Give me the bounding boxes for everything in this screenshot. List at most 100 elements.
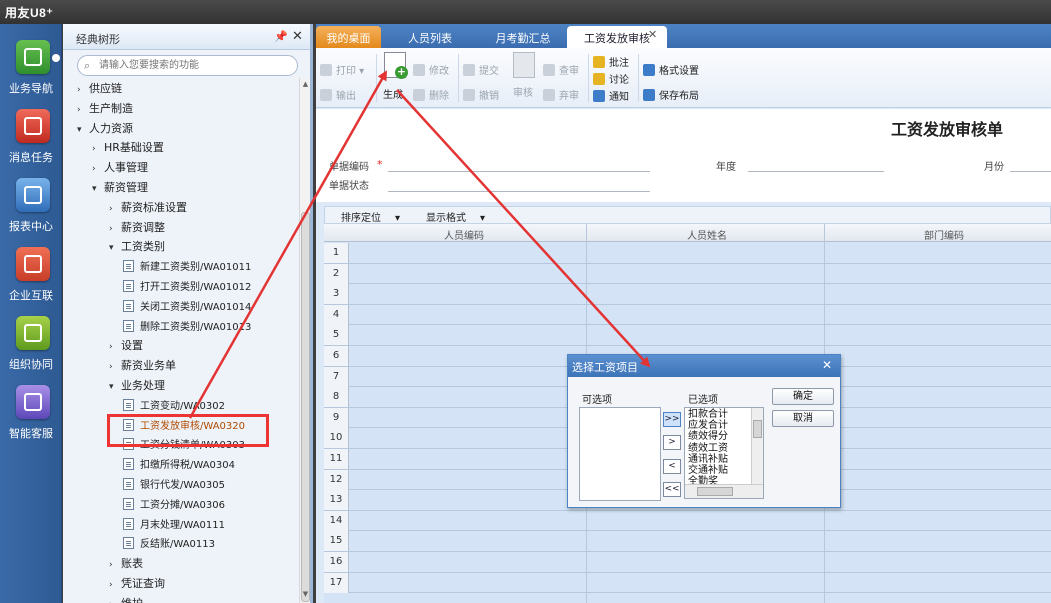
list-vscrollbar[interactable] <box>751 408 763 484</box>
scroll-up-icon[interactable]: ▲ <box>301 80 310 90</box>
tree-node[interactable]: ›维护 <box>109 595 143 603</box>
table-row[interactable]: 1 <box>324 243 1051 264</box>
chevron-right-icon[interactable]: › <box>109 224 121 234</box>
chevron-right-icon[interactable]: › <box>109 362 121 372</box>
chevron-right-icon[interactable]: › <box>77 105 89 115</box>
pin-icon[interactable]: 📌 <box>274 30 288 44</box>
list-item[interactable]: 绩效工资 <box>688 443 728 454</box>
column-header-dept-code[interactable]: 部门编码 <box>924 227 964 242</box>
tree-node[interactable]: 关闭工资类别/WA01014 <box>123 298 251 316</box>
list-item[interactable]: 应发合计 <box>688 420 728 431</box>
month-field[interactable] <box>1010 171 1051 172</box>
nav-smart-service[interactable]: 智能客服 <box>0 385 62 453</box>
move-all-left-button[interactable]: << <box>663 482 681 497</box>
doc-code-field[interactable] <box>388 171 650 172</box>
scroll-thumb[interactable] <box>753 420 762 438</box>
list-item[interactable]: 扣款合计 <box>688 409 728 420</box>
table-row[interactable]: 15 <box>324 531 1051 552</box>
table-row[interactable]: 14 <box>324 510 1051 532</box>
scroll-down-icon[interactable]: ▼ <box>301 590 310 600</box>
tab-staff-list[interactable]: 人员列表 <box>382 26 478 48</box>
move-left-button[interactable]: < <box>663 459 681 474</box>
table-row[interactable]: 2 <box>324 263 1051 285</box>
list-item[interactable]: 交通补贴 <box>688 465 728 476</box>
tree-scrollbar[interactable]: ▲ ▼ <box>299 78 310 603</box>
nav-enterprise-connect[interactable]: 企业互联 <box>0 247 62 315</box>
tree-node[interactable]: › 人事管理 <box>92 159 148 177</box>
submit-button[interactable]: 提交 <box>463 62 499 77</box>
list-hscrollbar[interactable] <box>685 484 763 498</box>
generate-button[interactable]: 生成 <box>383 86 403 101</box>
tree-node[interactable]: 扣缴所得税/WA0304 <box>123 456 235 474</box>
revoke-button[interactable]: 撤销 <box>463 87 499 102</box>
tree-node[interactable]: ▾ 薪资管理 <box>92 179 148 197</box>
tree-node[interactable]: 删除工资类别/WA01013 <box>123 318 251 336</box>
tree-node[interactable]: › 设置 <box>109 337 143 355</box>
tree-node[interactable]: 工资变动/WA0302 <box>123 397 225 415</box>
table-row[interactable]: 16 <box>324 552 1051 573</box>
selected-items-list[interactable]: 扣款合计 应发合计 绩效得分 绩效工资 通讯补贴 交通补贴 全勤奖 <box>684 407 764 499</box>
nav-org-collaboration[interactable]: 组织协同 <box>0 316 62 384</box>
chevron-right-icon[interactable]: › <box>109 560 121 570</box>
delete-button[interactable]: 删除 <box>413 87 449 102</box>
print-button[interactable]: 打印 ▾ <box>320 62 364 77</box>
tree-node[interactable]: 工资分摊/WA0306 <box>123 496 225 514</box>
close-icon[interactable]: ✕ <box>822 358 836 372</box>
notify-button[interactable]: 通知 <box>593 88 629 103</box>
close-icon[interactable]: ✕ <box>292 29 304 44</box>
year-field[interactable] <box>748 171 884 172</box>
doc-status-field[interactable] <box>388 191 650 192</box>
annotate-button[interactable]: 批注 <box>593 54 629 69</box>
tree-node[interactable]: 反结账/WA0113 <box>123 535 215 553</box>
table-row[interactable]: 5 <box>324 325 1051 346</box>
tree-node[interactable]: › 供应链 <box>77 80 122 98</box>
tree-node[interactable]: ▾ 工资类别 <box>109 238 165 256</box>
tree-node[interactable]: › 薪资业务单 <box>109 357 176 375</box>
chevron-right-icon[interactable]: › <box>77 85 89 95</box>
chevron-right-icon[interactable]: › <box>109 580 121 590</box>
view-audit-button[interactable]: 查审 <box>543 62 579 77</box>
nav-business-navigation[interactable]: 业务导航 <box>0 40 62 108</box>
tree-node[interactable]: 月末处理/WA0111 <box>123 516 225 534</box>
tab-my-desktop[interactable]: 我的桌面 <box>316 26 381 48</box>
tree-node[interactable]: ▾ 人力资源 <box>77 120 133 138</box>
abandon-audit-button[interactable]: 弃审 <box>543 87 579 102</box>
move-right-button[interactable]: > <box>663 435 681 450</box>
display-format-button[interactable]: 显示格式 ▾ <box>426 209 485 224</box>
chevron-down-icon[interactable]: ▾ <box>109 243 121 253</box>
tree-node[interactable]: 银行代发/WA0305 <box>123 476 225 494</box>
tree-node[interactable]: › HR基础设置 <box>92 139 164 157</box>
dropdown-icon[interactable] <box>52 54 60 62</box>
tab-monthly-attendance[interactable]: 月考勤汇总 <box>479 26 567 48</box>
discuss-button[interactable]: 讨论 <box>593 71 629 86</box>
table-row[interactable]: 4 <box>324 304 1051 326</box>
export-button[interactable]: 输出 <box>320 87 356 102</box>
audit-button[interactable]: 审核 <box>513 84 533 99</box>
tree-node[interactable]: › 薪资标准设置 <box>109 199 187 217</box>
nav-report-center[interactable]: 报表中心 <box>0 178 62 246</box>
tree-node[interactable]: 打开工资类别/WA01012 <box>123 278 251 296</box>
tree-search-box[interactable]: ⌕ <box>77 55 298 76</box>
format-settings-button[interactable]: 格式设置 <box>643 62 699 77</box>
chevron-right-icon[interactable]: › <box>109 204 121 214</box>
tab-close-icon[interactable]: ✕ <box>648 28 660 41</box>
sort-locate-button[interactable]: 排序定位 ▾ <box>341 209 400 224</box>
modify-button[interactable]: 修改 <box>413 62 449 77</box>
dialog-header[interactable]: 选择工资项目 ✕ <box>568 355 840 377</box>
tree-node[interactable]: 新建工资类别/WA01011 <box>123 258 251 276</box>
chevron-down-icon[interactable]: ▾ <box>92 184 104 194</box>
available-items-list[interactable] <box>579 407 661 501</box>
scroll-thumb[interactable] <box>301 212 310 602</box>
list-item[interactable]: 绩效得分 <box>688 431 728 442</box>
table-row[interactable]: 17 <box>324 572 1051 594</box>
table-row[interactable]: 3 <box>324 284 1051 305</box>
ok-button[interactable]: 确定 <box>772 388 834 405</box>
save-layout-button[interactable]: 保存布局 <box>643 87 699 102</box>
chevron-down-icon[interactable]: ▾ <box>77 125 89 135</box>
search-input[interactable] <box>99 58 289 73</box>
chevron-right-icon[interactable]: › <box>92 164 104 174</box>
tree-node[interactable]: › 账表 <box>109 555 143 573</box>
chevron-down-icon[interactable]: ▾ <box>109 382 121 392</box>
nav-message-task[interactable]: 消息任务 <box>0 109 62 177</box>
column-header-staff-name[interactable]: 人员姓名 <box>687 227 727 242</box>
